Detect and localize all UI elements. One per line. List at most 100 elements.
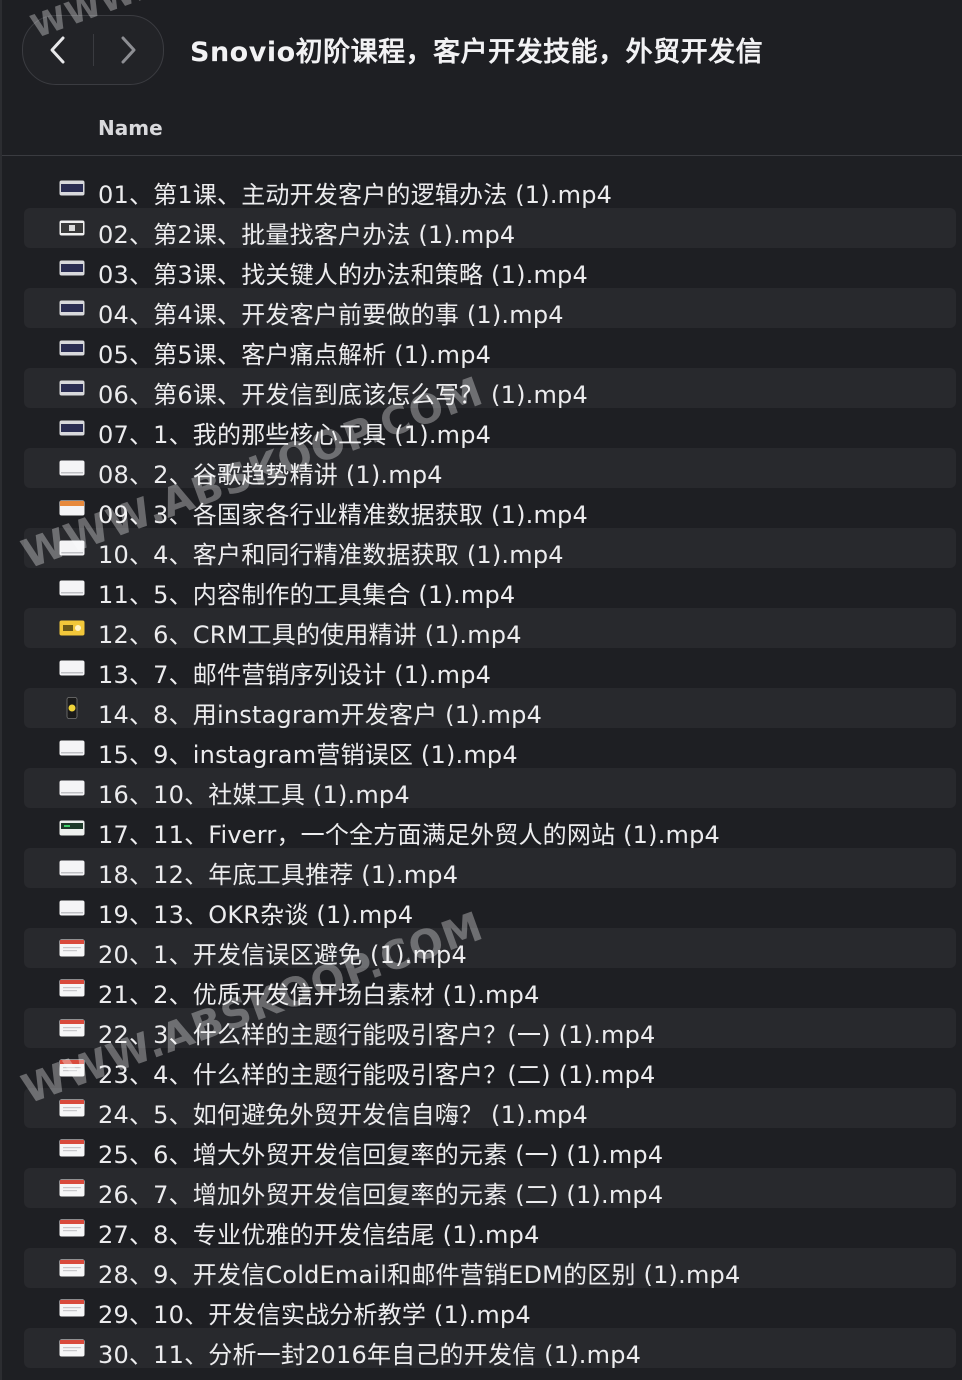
file-row[interactable]: 03、第3课、找关键人的办法和策略 (1).mp4 xyxy=(24,248,956,289)
file-name: 18、12、年底工具推荐 (1).mp4 xyxy=(98,861,459,889)
file-row[interactable]: 28、9、开发信ColdEmail和邮件营销EDM的区别 (1).mp4 xyxy=(24,1248,956,1289)
file-name: 12、6、CRM工具的使用精讲 (1).mp4 xyxy=(98,621,522,649)
file-name: 14、8、用instagram开发客户 (1).mp4 xyxy=(98,701,543,729)
file-name: 24、5、如何避免外贸开发信自嗨？ (1).mp4 xyxy=(98,1101,588,1129)
toolbar: Snovio初阶课程，客户开发技能，外贸开发信 xyxy=(2,0,962,100)
forward-button[interactable] xyxy=(93,16,163,84)
file-name: 27、8、专业优雅的开发信结尾 (1).mp4 xyxy=(98,1221,540,1249)
video-file-icon xyxy=(58,457,86,479)
file-name: 19、13、OKR杂谈 (1).mp4 xyxy=(98,901,414,929)
video-file-icon xyxy=(58,777,86,799)
list-header: Name xyxy=(2,100,962,156)
file-row[interactable]: 16、10、社媒工具 (1).mp4 xyxy=(24,768,956,809)
file-name: 28、9、开发信ColdEmail和邮件营销EDM的区别 (1).mp4 xyxy=(98,1261,741,1289)
file-row[interactable]: 21、2、优质开发信开场白素材 (1).mp4 xyxy=(24,968,956,1009)
video-file-icon xyxy=(58,1097,86,1119)
file-name: 26、7、增加外贸开发信回复率的元素 (二) (1).mp4 xyxy=(98,1181,664,1209)
finder-window: Snovio初阶课程，客户开发技能，外贸开发信 Name 01、第1课、主动开发… xyxy=(0,0,962,1380)
file-row[interactable]: 22、3、什么样的主题行能吸引客户？(一) (1).mp4 xyxy=(24,1008,956,1049)
video-file-icon xyxy=(58,1017,86,1039)
video-file-icon xyxy=(58,417,86,439)
video-file-icon xyxy=(58,377,86,399)
file-name: 09、3、各国家各行业精准数据获取 (1).mp4 xyxy=(98,501,588,529)
file-name: 02、第2课、批量找客户办法 (1).mp4 xyxy=(98,221,516,249)
video-file-icon xyxy=(58,1217,86,1239)
file-name: 06、第6课、开发信到底该怎么写？ (1).mp4 xyxy=(98,381,588,409)
column-header-name[interactable]: Name xyxy=(98,116,163,140)
video-file-icon xyxy=(58,937,86,959)
chevron-right-icon xyxy=(121,36,136,64)
video-file-icon xyxy=(58,257,86,279)
video-file-icon xyxy=(58,337,86,359)
file-name: 07、1、我的那些核心工具 (1).mp4 xyxy=(98,421,492,449)
file-name: 03、第3课、找关键人的办法和策略 (1).mp4 xyxy=(98,261,588,289)
file-row[interactable]: 23、4、什么样的主题行能吸引客户？(二) (1).mp4 xyxy=(24,1048,956,1089)
file-name: 29、10、开发信实战分析教学 (1).mp4 xyxy=(98,1301,531,1329)
video-file-icon xyxy=(58,297,86,319)
file-row[interactable]: 07、1、我的那些核心工具 (1).mp4 xyxy=(24,408,956,449)
video-file-icon xyxy=(58,977,86,999)
file-row[interactable]: 20、1、开发信误区避免 (1).mp4 xyxy=(24,928,956,969)
file-name: 25、6、增大外贸开发信回复率的元素 (一) (1).mp4 xyxy=(98,1141,664,1169)
file-name: 11、5、内容制作的工具集合 (1).mp4 xyxy=(98,581,516,609)
file-row[interactable]: 14、8、用instagram开发客户 (1).mp4 xyxy=(24,688,956,729)
video-file-icon xyxy=(58,577,86,599)
video-file-icon xyxy=(58,657,86,679)
video-file-icon xyxy=(58,1337,86,1359)
window-title: Snovio初阶课程，客户开发技能，外贸开发信 xyxy=(190,37,764,68)
file-row[interactable]: 05、第5课、客户痛点解析 (1).mp4 xyxy=(24,328,956,369)
file-name: 16、10、社媒工具 (1).mp4 xyxy=(98,781,410,809)
file-row[interactable]: 09、3、各国家各行业精准数据获取 (1).mp4 xyxy=(24,488,956,529)
file-row[interactable]: 26、7、增加外贸开发信回复率的元素 (二) (1).mp4 xyxy=(24,1168,956,1209)
video-file-icon xyxy=(58,1297,86,1319)
file-row[interactable]: 29、10、开发信实战分析教学 (1).mp4 xyxy=(24,1288,956,1329)
video-file-icon xyxy=(58,617,86,639)
file-row[interactable]: 15、9、instagram营销误区 (1).mp4 xyxy=(24,728,956,769)
file-row[interactable]: 25、6、增大外贸开发信回复率的元素 (一) (1).mp4 xyxy=(24,1128,956,1169)
file-name: 13、7、邮件营销序列设计 (1).mp4 xyxy=(98,661,492,689)
file-row[interactable]: 18、12、年底工具推荐 (1).mp4 xyxy=(24,848,956,889)
file-row[interactable]: 19、13、OKR杂谈 (1).mp4 xyxy=(24,888,956,929)
file-name: 23、4、什么样的主题行能吸引客户？(二) (1).mp4 xyxy=(98,1061,656,1089)
file-row[interactable]: 12、6、CRM工具的使用精讲 (1).mp4 xyxy=(24,608,956,649)
video-file-icon xyxy=(58,857,86,879)
file-row[interactable]: 02、第2课、批量找客户办法 (1).mp4 xyxy=(24,208,956,249)
file-name: 04、第4课、开发客户前要做的事 (1).mp4 xyxy=(98,301,564,329)
video-file-icon xyxy=(58,817,86,839)
file-row[interactable]: 30、11、分析一封2016年自己的开发信 (1).mp4 xyxy=(24,1328,956,1369)
file-row[interactable]: 13、7、邮件营销序列设计 (1).mp4 xyxy=(24,648,956,689)
video-file-icon xyxy=(58,1257,86,1279)
video-file-icon xyxy=(58,737,86,759)
file-name: 17、11、Fiverr，一个全方面满足外贸人的网站 (1).mp4 xyxy=(98,821,721,849)
file-name: 20、1、开发信误区避免 (1).mp4 xyxy=(98,941,467,969)
back-button[interactable] xyxy=(23,16,93,84)
video-file-icon xyxy=(58,1177,86,1199)
file-row[interactable]: 24、5、如何避免外贸开发信自嗨？ (1).mp4 xyxy=(24,1088,956,1129)
file-row[interactable]: 11、5、内容制作的工具集合 (1).mp4 xyxy=(24,568,956,609)
video-file-icon xyxy=(58,1137,86,1159)
file-row[interactable]: 10、4、客户和同行精准数据获取 (1).mp4 xyxy=(24,528,956,569)
video-file-icon xyxy=(58,177,86,199)
file-list: 01、第1课、主动开发客户的逻辑办法 (1).mp4 02、第2课、批量找客户办法… xyxy=(2,168,962,1369)
file-row[interactable]: 01、第1课、主动开发客户的逻辑办法 (1).mp4 xyxy=(24,168,956,209)
file-name: 01、第1课、主动开发客户的逻辑办法 (1).mp4 xyxy=(98,181,613,209)
video-file-icon xyxy=(58,497,86,519)
file-name: 10、4、客户和同行精准数据获取 (1).mp4 xyxy=(98,541,564,569)
video-file-icon xyxy=(58,537,86,559)
video-file-icon xyxy=(58,217,86,239)
navigation-group xyxy=(22,15,164,85)
file-name: 30、11、分析一封2016年自己的开发信 (1).mp4 xyxy=(98,1341,642,1369)
video-file-icon xyxy=(58,697,86,719)
file-row[interactable]: 27、8、专业优雅的开发信结尾 (1).mp4 xyxy=(24,1208,956,1249)
file-row[interactable]: 17、11、Fiverr，一个全方面满足外贸人的网站 (1).mp4 xyxy=(24,808,956,849)
file-name: 15、9、instagram营销误区 (1).mp4 xyxy=(98,741,518,769)
chevron-left-icon xyxy=(50,36,65,64)
file-name: 08、2、谷歌趋势精讲 (1).mp4 xyxy=(98,461,443,489)
file-name: 22、3、什么样的主题行能吸引客户？(一) (1).mp4 xyxy=(98,1021,656,1049)
video-file-icon xyxy=(58,897,86,919)
video-file-icon xyxy=(58,1057,86,1079)
file-row[interactable]: 04、第4课、开发客户前要做的事 (1).mp4 xyxy=(24,288,956,329)
file-row[interactable]: 06、第6课、开发信到底该怎么写？ (1).mp4 xyxy=(24,368,956,409)
file-row[interactable]: 08、2、谷歌趋势精讲 (1).mp4 xyxy=(24,448,956,489)
file-name: 21、2、优质开发信开场白素材 (1).mp4 xyxy=(98,981,540,1009)
